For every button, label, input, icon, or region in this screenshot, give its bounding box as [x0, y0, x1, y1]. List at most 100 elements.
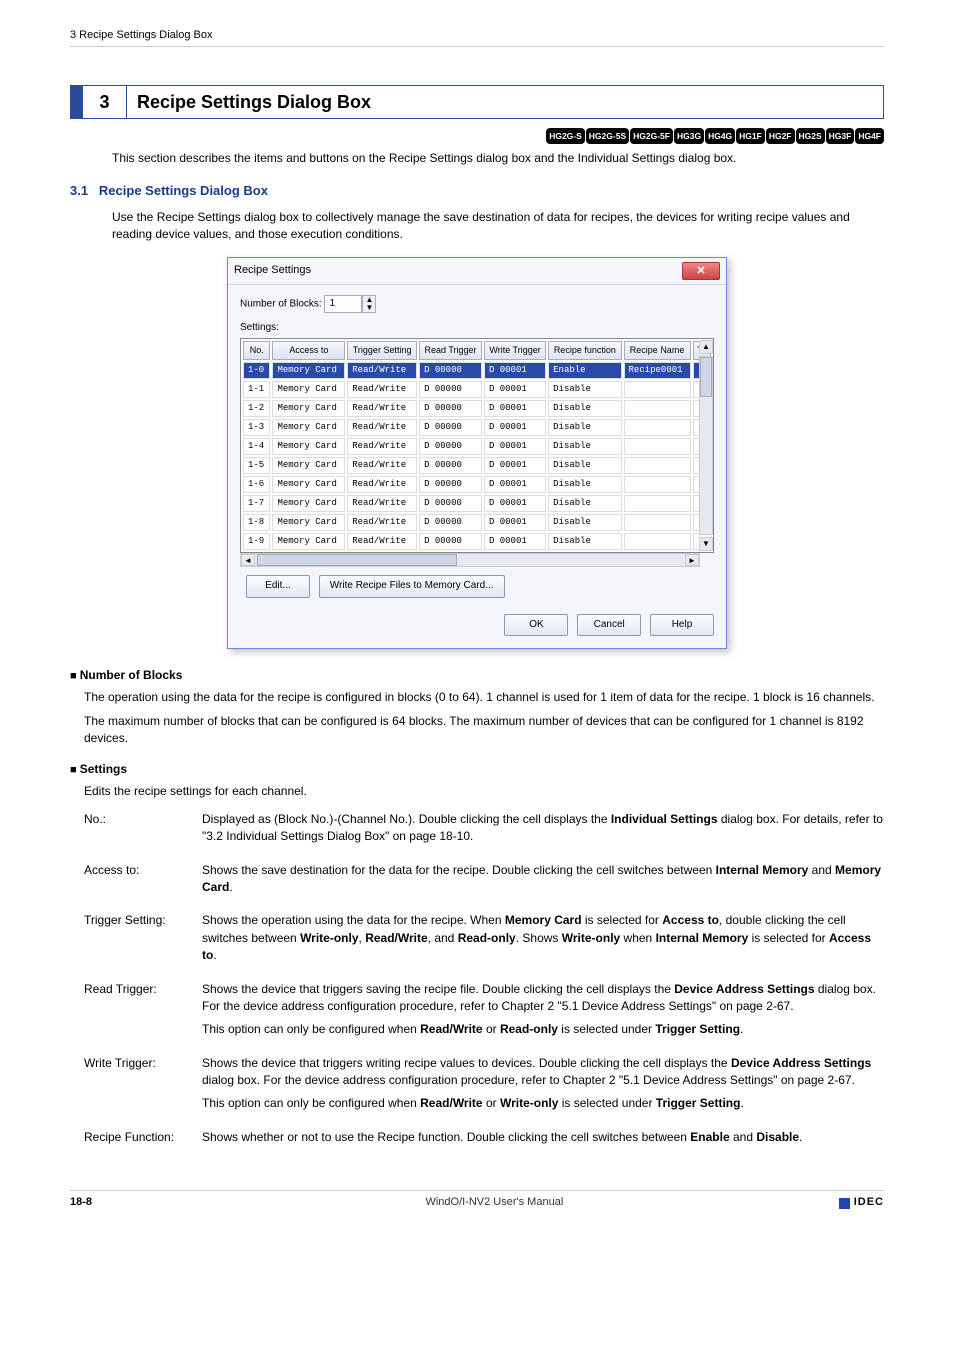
table-cell[interactable]: Disable [548, 400, 621, 417]
table-cell[interactable]: 1-7 [243, 495, 270, 512]
table-cell[interactable]: Read/Write [347, 514, 417, 531]
close-button[interactable]: ✕ [682, 262, 720, 280]
table-row[interactable]: 1-3Memory CardRead/WriteD 00000D 00001Di… [243, 419, 711, 436]
table-cell[interactable]: Disable [548, 381, 621, 398]
table-cell[interactable]: D 00001 [484, 381, 546, 398]
ok-button[interactable]: OK [504, 614, 568, 637]
table-cell[interactable]: D 00001 [484, 400, 546, 417]
hscroll-thumb[interactable] [257, 554, 457, 566]
table-row[interactable]: 1-6Memory CardRead/WriteD 00000D 00001Di… [243, 476, 711, 493]
table-cell[interactable] [624, 381, 691, 398]
table-cell[interactable]: D 00000 [419, 419, 482, 436]
cancel-button[interactable]: Cancel [577, 614, 641, 637]
table-cell[interactable]: 1-4 [243, 438, 270, 455]
table-cell[interactable]: D 00001 [484, 362, 546, 379]
hscroll-right-icon[interactable]: ► [685, 554, 699, 566]
table-cell[interactable]: D 00001 [484, 514, 546, 531]
table-row[interactable]: 1-8Memory CardRead/WriteD 00000D 00001Di… [243, 514, 711, 531]
table-cell[interactable] [624, 438, 691, 455]
table-cell[interactable]: Read/Write [347, 533, 417, 550]
help-button[interactable]: Help [650, 614, 714, 637]
table-cell[interactable]: D 00000 [419, 362, 482, 379]
table-cell[interactable]: Enable [548, 362, 621, 379]
table-row[interactable]: 1-2Memory CardRead/WriteD 00000D 00001Di… [243, 400, 711, 417]
table-cell[interactable]: Read/Write [347, 476, 417, 493]
table-cell[interactable]: Read/Write [347, 495, 417, 512]
table-cell[interactable]: D 00000 [419, 514, 482, 531]
table-cell[interactable] [624, 514, 691, 531]
write-recipe-files-button[interactable]: Write Recipe Files to Memory Card... [319, 575, 505, 598]
table-cell[interactable]: Read/Write [347, 457, 417, 474]
table-row[interactable]: 1-7Memory CardRead/WriteD 00000D 00001Di… [243, 495, 711, 512]
table-cell[interactable]: Disable [548, 533, 621, 550]
table-row[interactable]: 1-0Memory CardRead/WriteD 00000D 00001En… [243, 362, 711, 379]
table-cell[interactable]: D 00000 [419, 381, 482, 398]
hscroll-left-icon[interactable]: ◄ [241, 554, 255, 566]
table-cell[interactable]: Disable [548, 495, 621, 512]
table-cell[interactable]: D 00000 [419, 495, 482, 512]
table-cell[interactable] [624, 533, 691, 550]
table-cell[interactable]: 1-0 [243, 362, 270, 379]
table-cell[interactable]: Disable [548, 419, 621, 436]
settings-grid[interactable]: No.Access toTrigger SettingRead TriggerW… [240, 338, 714, 554]
table-cell[interactable] [624, 419, 691, 436]
table-cell[interactable]: Read/Write [347, 400, 417, 417]
table-cell[interactable]: Memory Card [272, 495, 345, 512]
table-cell[interactable]: D 00000 [419, 438, 482, 455]
grid-column-header[interactable]: Recipe function [548, 341, 621, 360]
blocks-input[interactable]: 1 [324, 295, 362, 313]
edit-button[interactable]: Edit... [246, 575, 310, 598]
table-cell[interactable]: Read/Write [347, 438, 417, 455]
table-cell[interactable]: D 00000 [419, 476, 482, 493]
table-cell[interactable]: Memory Card [272, 514, 345, 531]
table-cell[interactable]: Disable [548, 438, 621, 455]
table-cell[interactable] [624, 495, 691, 512]
table-cell[interactable]: D 00001 [484, 419, 546, 436]
table-row[interactable]: 1-9Memory CardRead/WriteD 00000D 00001Di… [243, 533, 711, 550]
table-cell[interactable]: Memory Card [272, 438, 345, 455]
table-cell[interactable]: Read/Write [347, 381, 417, 398]
table-cell[interactable]: D 00001 [484, 438, 546, 455]
table-cell[interactable]: Memory Card [272, 381, 345, 398]
table-cell[interactable]: D 00000 [419, 457, 482, 474]
table-cell[interactable]: D 00001 [484, 533, 546, 550]
table-cell[interactable]: Read/Write [347, 419, 417, 436]
table-cell[interactable]: Memory Card [272, 400, 345, 417]
table-cell[interactable]: Memory Card [272, 457, 345, 474]
table-cell[interactable]: D 00000 [419, 400, 482, 417]
grid-column-header[interactable]: Recipe Name [624, 341, 691, 360]
table-cell[interactable]: D 00001 [484, 495, 546, 512]
table-cell[interactable]: Recipe0001 [624, 362, 691, 379]
table-cell[interactable]: 1-1 [243, 381, 270, 398]
grid-column-header[interactable]: Trigger Setting [347, 341, 417, 360]
table-cell[interactable]: 1-8 [243, 514, 270, 531]
table-cell[interactable]: Memory Card [272, 533, 345, 550]
scrollbar-down-icon[interactable]: ▼ [699, 537, 713, 551]
table-cell[interactable] [624, 400, 691, 417]
table-row[interactable]: 1-4Memory CardRead/WriteD 00000D 00001Di… [243, 438, 711, 455]
table-cell[interactable]: D 00000 [419, 533, 482, 550]
table-cell[interactable]: 1-6 [243, 476, 270, 493]
table-cell[interactable]: Memory Card [272, 476, 345, 493]
horizontal-scrollbar[interactable]: ◄ ► [240, 553, 700, 567]
table-cell[interactable]: D 00001 [484, 457, 546, 474]
table-cell[interactable]: Memory Card [272, 362, 345, 379]
scroll-thumb[interactable] [700, 357, 712, 397]
vertical-scrollbar[interactable] [699, 356, 713, 536]
table-cell[interactable]: Memory Card [272, 419, 345, 436]
grid-column-header[interactable]: No. [243, 341, 270, 360]
table-cell[interactable]: Disable [548, 476, 621, 493]
table-cell[interactable] [624, 476, 691, 493]
table-cell[interactable]: 1-5 [243, 457, 270, 474]
grid-column-header[interactable]: Write Trigger [484, 341, 546, 360]
table-row[interactable]: 1-1Memory CardRead/WriteD 00000D 00001Di… [243, 381, 711, 398]
table-row[interactable]: 1-5Memory CardRead/WriteD 00000D 00001Di… [243, 457, 711, 474]
table-cell[interactable]: 1-2 [243, 400, 270, 417]
scrollbar-up-icon[interactable]: ▲ [699, 340, 713, 354]
table-cell[interactable]: D 00001 [484, 476, 546, 493]
table-cell[interactable]: Read/Write [347, 362, 417, 379]
table-cell[interactable]: 1-3 [243, 419, 270, 436]
blocks-spinner[interactable]: ▲▼ [362, 295, 376, 313]
table-cell[interactable]: 1-9 [243, 533, 270, 550]
table-cell[interactable] [624, 457, 691, 474]
